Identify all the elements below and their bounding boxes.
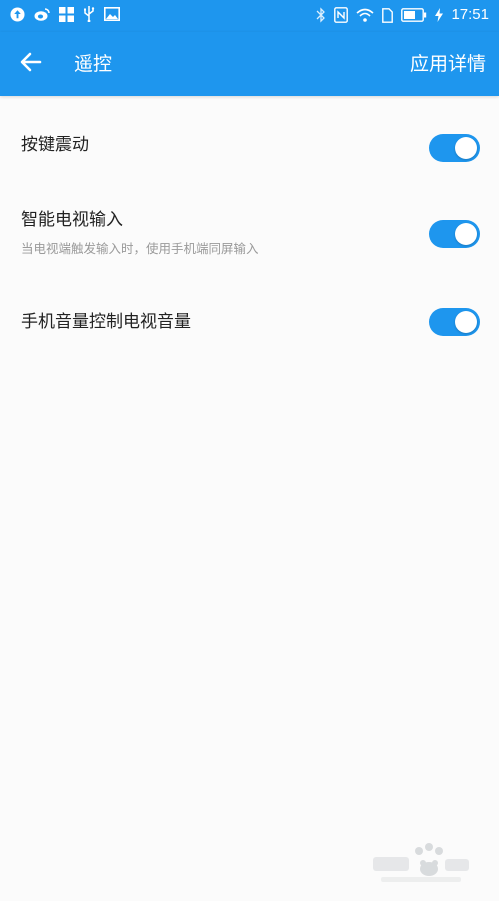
status-left-icons [10,6,120,22]
battery-icon [401,8,427,22]
grid-app-icon [59,6,74,22]
setting-row-smart-tv-input[interactable]: 智能电视输入 当电视端触发输入时，使用手机端同屏输入 [0,200,499,284]
status-right-icons: 17:51 [316,5,489,25]
charging-icon [435,8,444,22]
toggle-knob [455,137,477,159]
setting-title: 按键震动 [21,135,89,155]
toggle-key-vibration[interactable] [429,134,480,162]
sim-icon [382,7,394,23]
app-detail-button[interactable]: 应用详情 [410,50,486,78]
setting-title: 手机音量控制电视音量 [21,312,191,332]
toggle-knob [455,223,477,245]
upload-icon [10,6,25,22]
app-bar: 遥控 应用详情 [0,32,499,96]
status-time: 17:51 [451,6,489,23]
setting-row-key-vibration[interactable]: 按键震动 [0,116,499,180]
weibo-icon [34,7,50,22]
arrow-left-icon [20,52,42,76]
toggle-smart-tv-input[interactable] [429,220,480,248]
wifi-icon [356,8,374,22]
watermark-logo-icon [371,839,471,887]
toggle-knob [455,311,477,333]
bluetooth-icon [316,7,326,23]
back-button[interactable] [14,48,48,80]
setting-row-phone-volume-control[interactable]: 手机音量控制电视音量 [0,288,499,356]
setting-subtitle: 当电视端触发输入时，使用手机端同屏输入 [21,241,259,256]
screen: 17:51 遥控 应用详情 按键震动 智能电视输入 当电视端触发输入时，使用手机… [0,0,499,901]
usb-icon [83,6,95,22]
page-title: 遥控 [74,53,113,75]
status-bar: 17:51 [0,0,499,32]
setting-title: 智能电视输入 [21,210,123,230]
nfc-icon [334,7,349,23]
image-icon [104,7,120,21]
toggle-phone-volume-control[interactable] [429,308,480,336]
